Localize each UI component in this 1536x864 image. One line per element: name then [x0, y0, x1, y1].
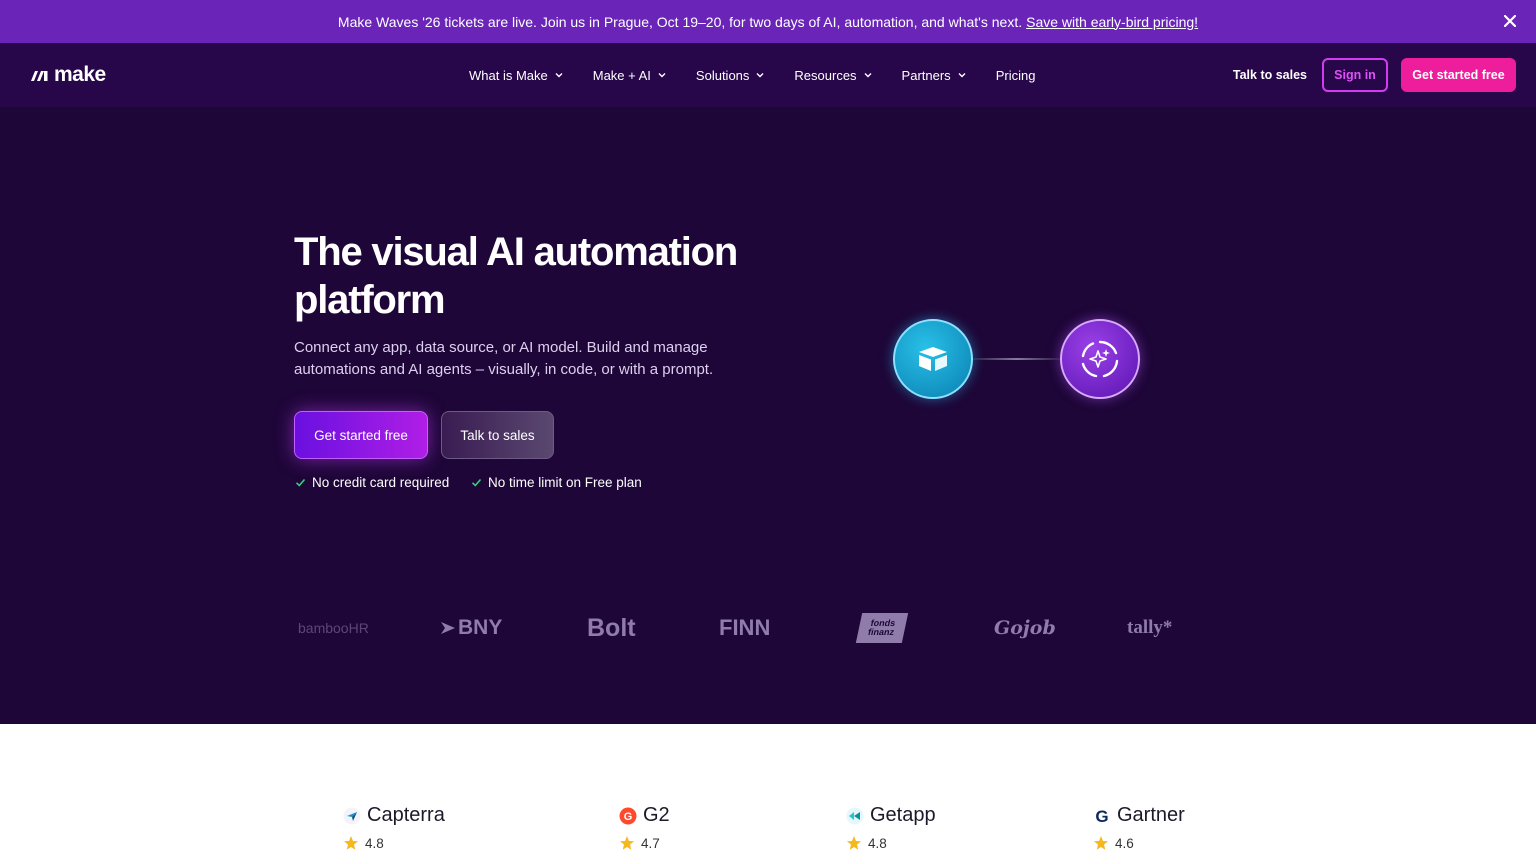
- check-icon: [471, 478, 482, 487]
- rating-gartner: G Gartner 4.6: [1093, 804, 1185, 851]
- fonds-finanz-text: fonds finanz: [867, 618, 897, 637]
- nav-menu: What is Make Make + AI Solutions Resourc…: [469, 43, 1064, 107]
- customer-logo-bolt: Bolt: [587, 613, 636, 642]
- hero-subtitle: Connect any app, data source, or AI mode…: [294, 339, 714, 378]
- nav-item-solutions[interactable]: Solutions: [696, 68, 765, 83]
- g2-icon: G: [619, 807, 637, 824]
- nav-item-label: What is Make: [469, 67, 548, 83]
- customer-logo-finn: FINN: [719, 615, 771, 640]
- customer-logo-bny: BNY: [440, 608, 502, 648]
- customer-logos: bambooHR BNY Bolt FINN fonds finanz Gojo…: [298, 608, 1188, 648]
- close-icon[interactable]: [1500, 11, 1520, 31]
- rating-name-label: G2: [643, 804, 670, 826]
- chevron-down-icon: [756, 73, 764, 78]
- star-icon: [847, 836, 861, 850]
- star-icon: [344, 836, 358, 850]
- nav-item-label: Partners: [901, 67, 951, 83]
- rating-score-value: 4.8: [365, 835, 384, 851]
- getapp-icon: [846, 807, 864, 824]
- get-started-button[interactable]: Get started free: [294, 411, 428, 459]
- check-item-no-credit-card: No credit card required: [295, 475, 449, 490]
- rating-capterra: Capterra 4.8: [343, 804, 445, 851]
- check-item-no-time-limit: No time limit on Free plan: [471, 475, 642, 490]
- talk-to-sales-button[interactable]: Talk to sales: [441, 411, 554, 459]
- sign-in-button[interactable]: Sign in: [1322, 58, 1388, 92]
- svg-text:G: G: [1095, 807, 1108, 825]
- make-logo-icon: [31, 71, 48, 81]
- nav-item-label: Resources: [794, 67, 857, 83]
- chevron-down-icon: [864, 73, 872, 78]
- check-icon: [295, 478, 306, 487]
- airtable-module-icon: [893, 319, 973, 399]
- rating-name-label: Gartner: [1117, 804, 1185, 826]
- bny-arrow-icon: [441, 622, 455, 634]
- star-icon: [1094, 836, 1108, 850]
- rating-g2: G G2 4.7: [619, 804, 670, 851]
- nav-actions: Talk to sales Sign in Get started free: [1233, 58, 1516, 92]
- make-logo[interactable]: make: [30, 63, 106, 87]
- rating-getapp: Getapp 4.8: [846, 804, 936, 851]
- ai-sparkle-module-icon: [1060, 319, 1140, 399]
- rating-score-value: 4.8: [868, 835, 887, 851]
- talk-to-sales-link[interactable]: Talk to sales: [1233, 68, 1307, 82]
- get-started-nav-button[interactable]: Get started free: [1401, 58, 1516, 92]
- nav-item-label: Make + AI: [592, 67, 651, 83]
- nav-item-what-is-make[interactable]: What is Make: [469, 68, 564, 83]
- nav-item-partners[interactable]: Partners: [902, 68, 967, 83]
- connector-line: [973, 358, 1060, 360]
- bny-text: BNY: [458, 616, 503, 639]
- svg-text:G: G: [624, 811, 633, 823]
- nav-item-make-ai[interactable]: Make + AI: [593, 68, 667, 83]
- nav-item-resources[interactable]: Resources: [794, 68, 872, 83]
- customer-logo-gojob: Gojob: [994, 617, 1056, 639]
- nav-item-pricing[interactable]: Pricing: [996, 68, 1036, 83]
- chevron-down-icon: [555, 73, 563, 78]
- star-icon: [620, 836, 634, 850]
- rating-score-value: 4.6: [1115, 835, 1134, 851]
- rating-name-label: Capterra: [367, 804, 445, 826]
- capterra-icon: [343, 807, 361, 824]
- check-label: No time limit on Free plan: [488, 475, 642, 490]
- main-nav: make What is Make Make + AI Solutions Re…: [0, 43, 1536, 107]
- rating-name-label: Getapp: [870, 804, 936, 826]
- hero-title: The visual AI automation platform: [294, 230, 738, 322]
- logo-text: make: [54, 63, 106, 86]
- customer-logo-bamboohr: bambooHR: [298, 620, 369, 636]
- nav-item-label: Pricing: [995, 67, 1036, 83]
- check-label: No credit card required: [312, 475, 450, 490]
- banner-link[interactable]: Save with early-bird pricing!: [1026, 14, 1198, 30]
- nav-item-label: Solutions: [695, 67, 750, 83]
- ratings-section: Capterra 4.8 G G2 4.7 Getapp 4.8 G Gartn…: [0, 724, 1536, 864]
- banner-text: Make Waves '26 tickets are live. Join us…: [337, 13, 1023, 30]
- chevron-down-icon: [658, 73, 666, 78]
- customer-logo-fonds-finanz: fonds finanz: [855, 608, 909, 648]
- chevron-down-icon: [958, 73, 966, 78]
- announcement-banner: Make Waves '26 tickets are live. Join us…: [0, 0, 1536, 43]
- rating-score-value: 4.7: [641, 835, 660, 851]
- customer-logo-tally: tally*: [1127, 617, 1173, 638]
- gartner-icon: G: [1095, 807, 1108, 825]
